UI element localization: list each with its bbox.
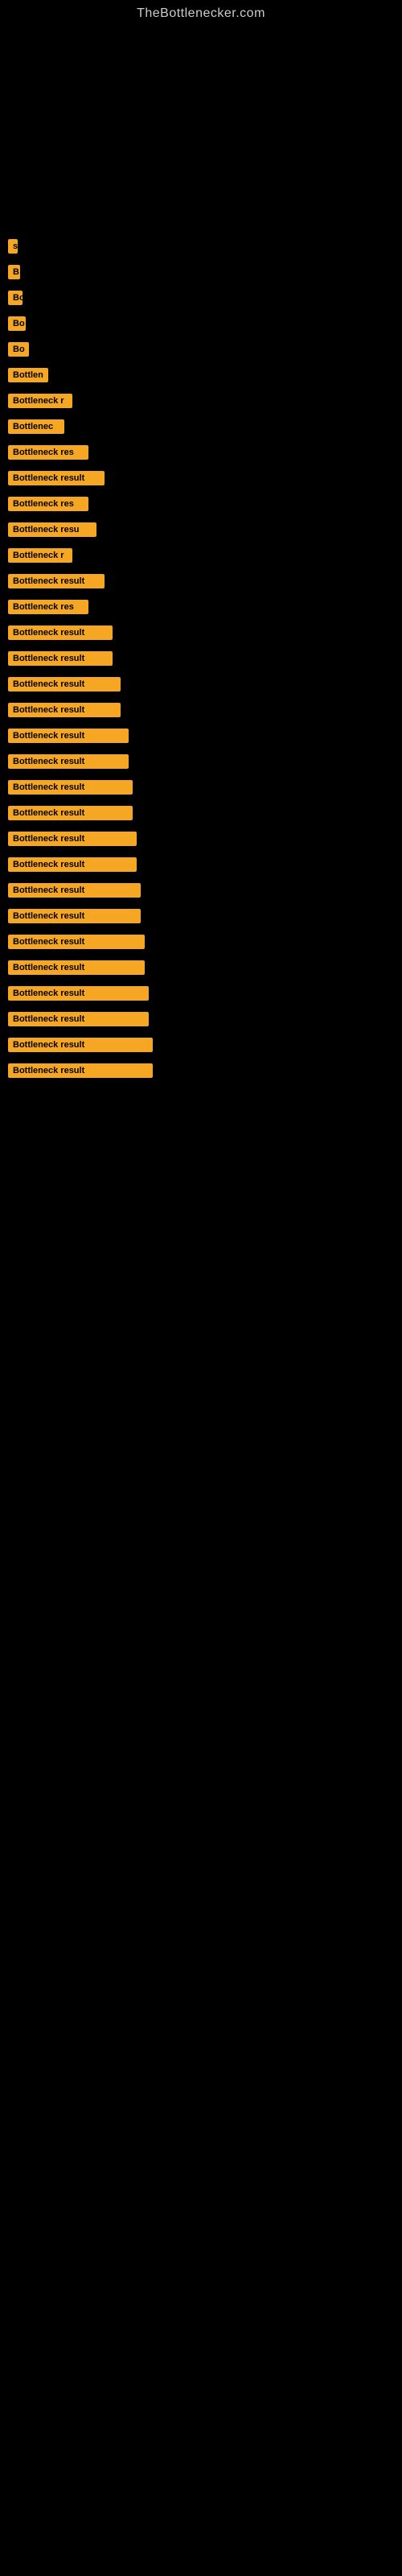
bar-label: Bottleneck res	[8, 600, 88, 614]
bar-row: Bottleneck result	[8, 931, 402, 953]
bar-row: Bottleneck result	[8, 1059, 402, 1082]
bar-row: Bottleneck result	[8, 467, 402, 489]
empty-bar	[8, 186, 12, 204]
bar-label: Bottleneck result	[8, 1012, 149, 1026]
bar-label: Bo	[8, 316, 26, 331]
empty-bar	[8, 109, 14, 126]
bar-label: Bottlenec	[8, 419, 64, 434]
bar-row	[8, 55, 402, 77]
bar-row: Bottlenec	[8, 415, 402, 438]
bar-label: Bottleneck result	[8, 754, 129, 769]
bar-row	[8, 132, 402, 155]
bar-row: Bo	[8, 338, 402, 361]
bar-label: Bottleneck result	[8, 909, 141, 923]
bar-label: s	[8, 239, 18, 254]
bar-row: Bottleneck result	[8, 621, 402, 644]
bar-label: Bottleneck result	[8, 832, 137, 846]
bar-label: Bottleneck result	[8, 857, 137, 872]
bar-row: Bottleneck res	[8, 493, 402, 515]
site-title: TheBottlenecker.com	[0, 0, 402, 21]
page-container: TheBottlenecker.com sB Bo Bo Bo Bottlen Bottl…	[0, 0, 402, 1093]
bar-row	[8, 29, 402, 52]
bar-label: Bottleneck result	[8, 729, 129, 743]
bar-row: Bottleneck result	[8, 802, 402, 824]
bar-label: Bottleneck resu	[8, 522, 96, 537]
bar-row: Bottleneck result	[8, 982, 402, 1005]
bar-label: Bottleneck result	[8, 1038, 153, 1052]
bar-label: Bottleneck res	[8, 445, 88, 460]
bar-row: Bottleneck res	[8, 441, 402, 464]
bar-label: Bo	[8, 342, 29, 357]
bar-row: Bo	[8, 287, 402, 309]
bar-row: Bottleneck result	[8, 647, 402, 670]
bar-row: Bottleneck result	[8, 750, 402, 773]
bar-label: Bottleneck result	[8, 806, 133, 820]
bar-row: Bottleneck result	[8, 673, 402, 696]
bar-label: Bottleneck result	[8, 703, 121, 717]
bar-row: Bottleneck r	[8, 390, 402, 412]
bar-row: Bottleneck result	[8, 724, 402, 747]
bar-label: Bottleneck r	[8, 394, 72, 408]
bar-label: Bottleneck result	[8, 651, 113, 666]
bar-row: Bottleneck result	[8, 828, 402, 850]
bar-row: Bottleneck res	[8, 596, 402, 618]
bar-label: Bottleneck result	[8, 471, 105, 485]
bar-row: s	[8, 235, 402, 258]
bar-row: Bottleneck result	[8, 1034, 402, 1056]
bar-label: Bo	[8, 291, 23, 305]
bar-row	[8, 106, 402, 129]
empty-bar	[8, 83, 12, 101]
bar-row: Bottleneck result	[8, 853, 402, 876]
bar-label: Bottleneck result	[8, 574, 105, 588]
bar-row: Bottleneck result	[8, 570, 402, 592]
bar-chart: sB Bo Bo Bo Bottlen Bottleneck r Bottlenec Bott…	[0, 21, 402, 1093]
bar-row	[8, 209, 402, 232]
bar-label: Bottleneck result	[8, 780, 133, 795]
bar-label: Bottleneck result	[8, 677, 121, 691]
bar-label: Bottleneck result	[8, 935, 145, 949]
bar-row: Bo	[8, 312, 402, 335]
empty-bar	[8, 134, 12, 152]
bar-label: Bottleneck r	[8, 548, 72, 563]
bar-row: Bottleneck result	[8, 1008, 402, 1030]
empty-bar	[8, 160, 14, 178]
bar-label: Bottleneck result	[8, 625, 113, 640]
bar-label: Bottleneck res	[8, 497, 88, 511]
bar-label: Bottleneck result	[8, 986, 149, 1001]
empty-bar	[8, 212, 14, 229]
empty-bar	[8, 57, 14, 75]
bar-label: Bottleneck result	[8, 1063, 153, 1078]
bar-label: B	[8, 265, 20, 279]
bar-row: B	[8, 261, 402, 283]
bar-row	[8, 80, 402, 103]
bar-row: Bottlen	[8, 364, 402, 386]
bar-row: Bottleneck result	[8, 776, 402, 799]
bar-row: Bottleneck result	[8, 879, 402, 902]
bar-row: Bottleneck resu	[8, 518, 402, 541]
bar-row: Bottleneck result	[8, 699, 402, 721]
bar-label: Bottleneck result	[8, 960, 145, 975]
bar-row: Bottleneck r	[8, 544, 402, 567]
bar-row: Bottleneck result	[8, 956, 402, 979]
bar-row: Bottleneck result	[8, 905, 402, 927]
bar-row	[8, 158, 402, 180]
empty-bar	[8, 31, 12, 49]
bar-label: Bottleneck result	[8, 883, 141, 898]
bar-row	[8, 184, 402, 206]
bar-label: Bottlen	[8, 368, 48, 382]
